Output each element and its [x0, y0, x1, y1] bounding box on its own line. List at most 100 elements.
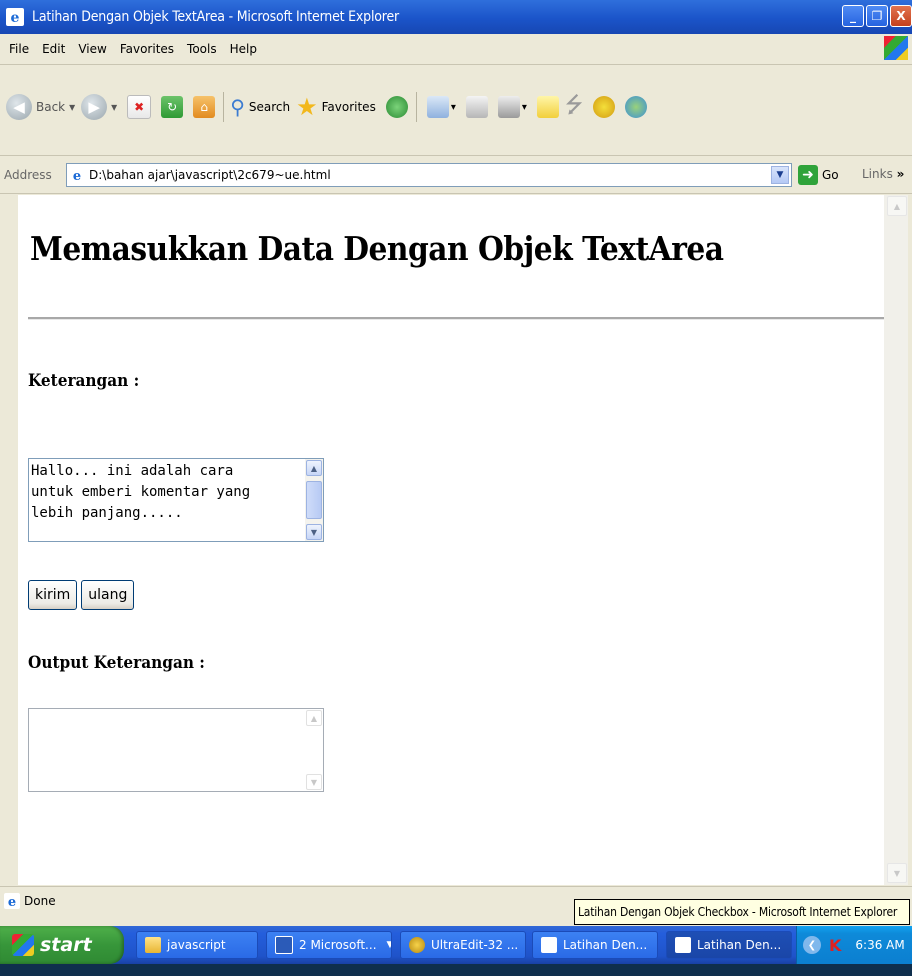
menu-file[interactable]: File — [9, 42, 29, 56]
task-label: Latihan Den... — [563, 938, 648, 952]
internet-explorer-icon: e — [6, 8, 24, 26]
kirim-button[interactable]: kirim — [28, 580, 78, 610]
page-title: Memasukkan Data Dengan Objek TextArea — [30, 229, 724, 268]
mail-dropdown-icon[interactable]: ▾ — [451, 102, 456, 113]
clock[interactable]: 6:36 AM — [855, 938, 904, 952]
messenger-icon[interactable] — [625, 96, 648, 118]
svg-text:e: e — [8, 895, 16, 909]
antivirus-k-icon[interactable]: K — [829, 936, 841, 955]
folder-icon — [145, 937, 161, 953]
address-bar: Address e ▼ ➜ Go Links » — [0, 157, 912, 194]
close-button[interactable]: X — [890, 5, 912, 27]
menu-favorites[interactable]: Favorites — [120, 42, 174, 56]
maximize-button[interactable]: ❐ — [866, 5, 888, 27]
task-microsoft-word[interactable]: 2 Microsoft... ▼ — [266, 931, 392, 959]
menu-edit[interactable]: Edit — [42, 42, 65, 56]
system-tray: ❮ K 6:36 AM — [796, 926, 912, 964]
page-icon: e — [69, 167, 85, 183]
page-status-icon: e — [4, 893, 20, 909]
ulang-button[interactable]: ulang — [81, 580, 135, 610]
show-hidden-icons-chevron-icon[interactable]: ❮ — [803, 936, 821, 954]
toolbar-separator — [415, 92, 417, 122]
page-scroll-down-icon[interactable]: ▼ — [887, 863, 907, 883]
output-scrollbar: ▲ ▼ — [305, 709, 323, 791]
media-icon[interactable] — [385, 96, 408, 118]
keterangan-textarea[interactable]: Hallo... ini adalah cara untuk emberi ko… — [31, 461, 301, 539]
messenger-yahoo-icon[interactable] — [593, 96, 616, 118]
page-content: Memasukkan Data Dengan Objek TextArea Ke… — [18, 195, 884, 885]
scroll-down-icon: ▼ — [306, 774, 322, 790]
menu-help[interactable]: Help — [230, 42, 257, 56]
back-dropdown-icon[interactable]: ▾ — [69, 100, 75, 114]
forward-dropdown-icon[interactable]: ▾ — [111, 100, 117, 114]
task-label: javascript — [167, 938, 226, 952]
address-field[interactable]: e ▼ — [66, 163, 792, 187]
toolbar-separator — [223, 92, 225, 122]
favorites-label: Favorites — [321, 100, 376, 114]
task-label: Latihan Den... — [697, 938, 782, 952]
title-bar[interactable]: e Latihan Dengan Objek TextArea - Micros… — [0, 0, 912, 34]
form-buttons: kirim ulang — [28, 580, 135, 610]
mail-icon[interactable] — [426, 96, 449, 118]
start-button[interactable]: start — [0, 926, 124, 964]
favorites-button[interactable]: ★ Favorites — [296, 93, 376, 121]
task-group-dropdown-icon: ▼ — [387, 940, 391, 950]
output-textarea-box: ▲ ▼ — [28, 708, 324, 793]
task-javascript[interactable]: javascript — [136, 931, 258, 959]
address-input[interactable] — [89, 168, 689, 182]
menu-tools[interactable]: Tools — [187, 42, 217, 56]
go-button[interactable]: ➜ Go — [798, 165, 839, 185]
internet-explorer-icon — [541, 937, 557, 953]
stop-icon[interactable]: ✖ — [127, 95, 152, 119]
output-heading: Output Keterangan : — [28, 653, 205, 673]
page-scroll-up-icon[interactable]: ▲ — [887, 196, 907, 216]
ie-window: e Latihan Dengan Objek TextArea - Micros… — [0, 0, 912, 940]
minimize-button[interactable]: _ — [842, 5, 864, 27]
task-label: 2 Microsoft... — [299, 938, 377, 952]
menu-bar: File Edit View Favorites Tools Help — [0, 34, 912, 65]
back-button[interactable]: ◀ Back ▾ — [6, 94, 75, 120]
word-icon — [275, 936, 293, 954]
favorites-star-icon: ★ — [296, 93, 318, 121]
output-textarea[interactable] — [31, 711, 305, 793]
taskbar: start javascript 2 Microsoft... ▼ UltraE… — [0, 926, 912, 964]
keterangan-heading: Keterangan : — [28, 371, 140, 391]
menu-view[interactable]: View — [78, 42, 106, 56]
scroll-up-icon[interactable]: ▲ — [306, 460, 322, 476]
page-scrollbar[interactable]: ▲ ▼ — [884, 195, 908, 885]
horizontal-rule — [28, 317, 884, 320]
address-dropdown-icon[interactable]: ▼ — [771, 166, 789, 184]
svg-text:e: e — [11, 10, 20, 26]
taskbar-tooltip: Latihan Dengan Objek Checkbox - Microsof… — [574, 899, 910, 925]
edit-icon[interactable] — [497, 96, 520, 118]
task-latihan-1[interactable]: Latihan Den... — [532, 931, 658, 959]
scroll-thumb[interactable] — [306, 481, 322, 519]
keterangan-textarea-box: Hallo... ini adalah cara untuk emberi ko… — [28, 458, 324, 542]
forward-button[interactable]: ▶ ▾ — [81, 94, 117, 120]
task-label: UltraEdit-32 ... — [431, 938, 519, 952]
print-icon[interactable] — [465, 96, 488, 118]
edit-dropdown-icon[interactable]: ▾ — [522, 102, 527, 113]
toolbar: ◀ Back ▾ ▶ ▾ ✖ ↻ ⌂ ⚲ Search ★ Favorites — [0, 65, 912, 156]
address-label: Address — [4, 168, 52, 182]
windows-logo-icon — [884, 36, 908, 60]
home-icon[interactable]: ⌂ — [193, 96, 216, 118]
links-button[interactable]: Links » — [862, 167, 904, 181]
internet-explorer-icon — [675, 937, 691, 953]
refresh-icon[interactable]: ↻ — [161, 96, 184, 118]
research-icon[interactable]: ⭍ — [565, 88, 583, 126]
discuss-icon[interactable] — [536, 96, 559, 118]
svg-text:e: e — [73, 169, 81, 183]
window-controls: _ ❐ X — [842, 5, 912, 27]
task-latihan-2[interactable]: Latihan Den... — [666, 931, 792, 959]
window-title: Latihan Dengan Objek TextArea - Microsof… — [32, 9, 399, 25]
windows-flag-icon — [12, 934, 34, 956]
scroll-down-icon[interactable]: ▼ — [306, 524, 322, 540]
links-label: Links — [862, 167, 893, 181]
back-label: Back — [36, 100, 66, 114]
forward-arrow-icon: ▶ — [81, 94, 108, 120]
task-ultraedit[interactable]: UltraEdit-32 ... — [400, 931, 526, 959]
ultraedit-icon — [409, 937, 425, 953]
textarea-scrollbar[interactable]: ▲ ▼ — [305, 459, 323, 541]
search-button[interactable]: ⚲ Search — [230, 95, 290, 119]
